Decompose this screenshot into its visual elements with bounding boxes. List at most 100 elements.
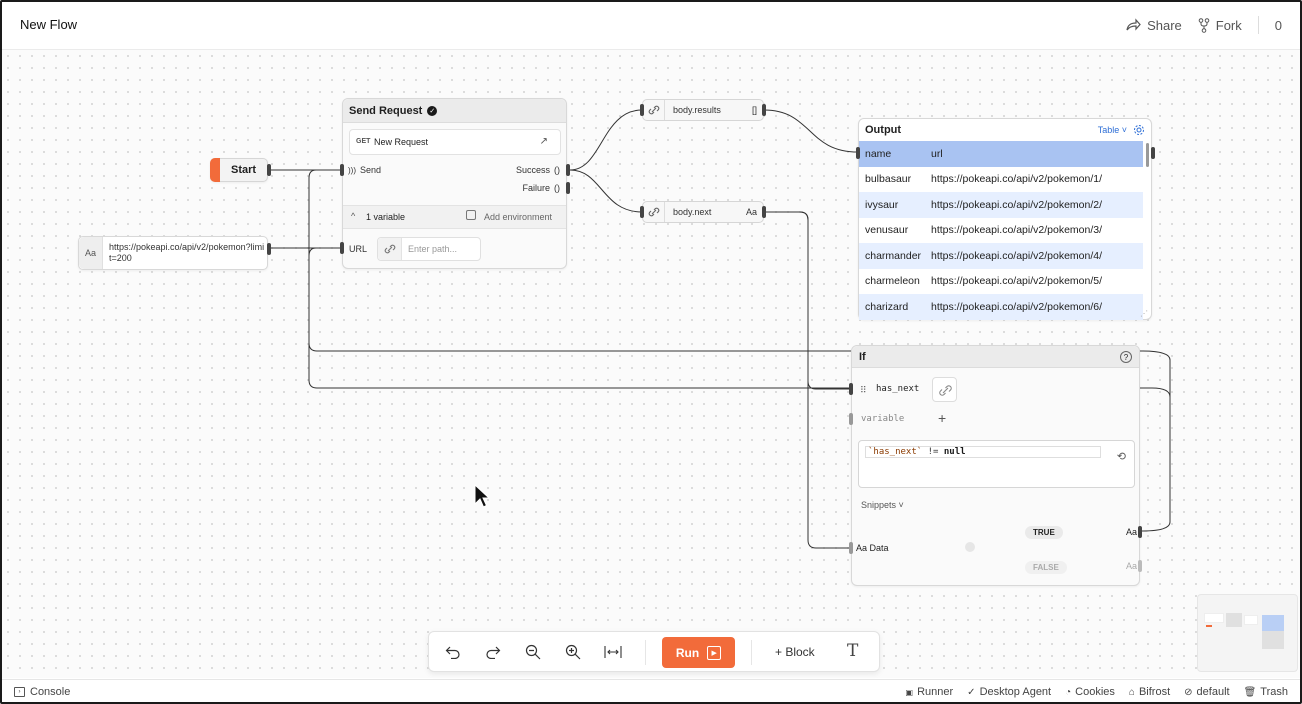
output-output-handle[interactable] — [1151, 147, 1155, 159]
fork-count: 0 — [1274, 17, 1282, 33]
add-block-button[interactable]: + Block — [775, 645, 815, 659]
redo-button[interactable] — [483, 642, 503, 662]
condition-expression[interactable]: `has_next` != null — [865, 446, 1101, 458]
table-row[interactable]: charmeleon https://pokeapi.co/api/v2/poke… — [859, 269, 1143, 295]
mouse-cursor-icon — [474, 484, 490, 508]
success-type: () — [554, 165, 560, 175]
req-divider-2 — [343, 228, 566, 229]
table-scrollbar[interactable] — [1146, 143, 1149, 167]
share-button[interactable]: Share — [1126, 18, 1182, 33]
environment-button[interactable]: ⊘ default — [1184, 686, 1229, 698]
tag-icon: ⊘ — [1184, 686, 1193, 698]
console-button[interactable]: › Console — [14, 686, 70, 698]
cell-name: bulbasaur — [865, 173, 912, 186]
app-window: New Flow Share Fork 0 Start Aa https://p… — [0, 0, 1302, 704]
output-input-handle[interactable] — [856, 147, 860, 159]
output-table[interactable]: name url bulbasaur https://pokeapi.co/api… — [859, 141, 1143, 320]
body-next-node[interactable]: body.next Aa — [640, 201, 766, 223]
resize-handle-icon[interactable]: ⋰ — [1140, 309, 1148, 318]
trash-icon: 🗑 — [1243, 686, 1257, 698]
bifrost-button[interactable]: ⌂ Bifrost — [1129, 686, 1170, 698]
variable-input-handle[interactable] — [849, 413, 853, 425]
undo-button[interactable] — [443, 642, 463, 662]
text-node-value[interactable]: https://pokeapi.co/api/v2/pokemon?limit=… — [109, 242, 265, 264]
url-label: URL — [349, 244, 368, 254]
open-external-icon[interactable]: ↗ — [540, 136, 548, 147]
send-label: Send — [360, 165, 382, 175]
cell-name: venusaur — [865, 224, 909, 237]
body-results-label: body.results — [673, 105, 721, 115]
body-results-input-handle[interactable] — [640, 104, 644, 116]
link-icon[interactable] — [932, 377, 957, 402]
run-button[interactable]: Run ▶ — [662, 637, 735, 668]
column-header-url[interactable]: url — [931, 148, 1143, 160]
terminal-icon: › — [14, 687, 25, 697]
zoom-out-button[interactable] — [523, 642, 543, 662]
body-next-type: Aa — [745, 207, 757, 217]
view-mode-select[interactable]: Table ˅ — [1098, 125, 1127, 135]
runner-button[interactable]: ▣ Runner — [906, 686, 954, 698]
text-type-badge: Aa — [79, 237, 103, 269]
trash-button[interactable]: 🗑 Trash — [1244, 686, 1288, 698]
snippets-dropdown[interactable]: Snippets ˅ — [861, 500, 904, 510]
send-request-header: Send Request ✓ — [343, 99, 566, 123]
body-next-label: body.next — [673, 207, 712, 217]
fork-button[interactable]: Fork — [1198, 18, 1242, 33]
body-next-input-handle[interactable] — [640, 206, 644, 218]
cookies-button[interactable]: ◔ Cookies — [1065, 686, 1115, 698]
chevron-up-icon[interactable]: ^ — [351, 211, 355, 221]
text-input-node[interactable]: Aa https://pokeapi.co/api/v2/pokemon?lim… — [78, 236, 271, 270]
request-selector[interactable]: GET New Request ↗ — [349, 129, 561, 155]
table-row[interactable]: ivysaur https://pokeapi.co/api/v2/pokemon… — [859, 192, 1143, 218]
url-port: URL — [349, 244, 367, 254]
success-output-handle[interactable] — [566, 164, 570, 176]
if-node[interactable]: If ? ⠿ has_next variable + `has_next` !=… — [849, 345, 1142, 586]
variable-input[interactable]: variable — [861, 414, 904, 424]
gear-icon[interactable] — [1133, 124, 1145, 136]
body-results-output-handle[interactable] — [762, 104, 766, 116]
zoom-out-icon — [525, 644, 541, 660]
output-node[interactable]: Output Table ˅ name url bulbasaur https:/… — [856, 118, 1155, 320]
send-input-handle[interactable] — [340, 164, 344, 176]
table-row[interactable]: charmander https://pokeapi.co/api/v2/poke… — [859, 243, 1143, 269]
table-row[interactable]: venusaur https://pokeapi.co/api/v2/pokemo… — [859, 218, 1143, 244]
fit-view-button[interactable] — [603, 642, 623, 662]
data-input-handle[interactable] — [849, 542, 853, 554]
output-title: Output — [865, 124, 902, 136]
start-output-handle[interactable] — [267, 164, 271, 176]
help-icon[interactable]: ? — [1120, 351, 1132, 363]
table-row[interactable]: charizard https://pokeapi.co/api/v2/pokem… — [859, 294, 1143, 320]
false-output-handle[interactable] — [1138, 560, 1142, 572]
output-header: Output Table ˅ — [859, 119, 1151, 141]
add-environment-button[interactable]: Add environment — [484, 212, 552, 222]
body-next-output-handle[interactable] — [762, 206, 766, 218]
start-node[interactable]: Start — [210, 158, 271, 182]
true-output-handle[interactable] — [1138, 526, 1142, 538]
send-request-title: Send Request — [349, 104, 423, 117]
condition-editor[interactable]: `has_next` != null ⟲ — [858, 440, 1135, 488]
minimap[interactable] — [1197, 594, 1298, 672]
bifrost-icon: ⌂ — [1128, 686, 1135, 698]
request-name: New Request — [374, 137, 429, 147]
url-input-handle[interactable] — [340, 242, 344, 254]
history-icon[interactable]: ⟲ — [1117, 450, 1126, 463]
failure-output-handle[interactable] — [566, 182, 570, 194]
flow-title[interactable]: New Flow — [20, 17, 77, 32]
send-request-node[interactable]: Send Request ✓ GET New Request ↗ ))) Sen… — [340, 98, 570, 269]
zoom-in-button[interactable] — [563, 642, 583, 662]
text-output-handle[interactable] — [267, 243, 271, 255]
variables-bar[interactable]: ^ 1 variable Add environment — [343, 206, 566, 228]
send-port: ))) Send — [348, 165, 381, 175]
table-row[interactable]: bulbasaur https://pokeapi.co/api/v2/pokem… — [859, 167, 1143, 193]
path-input[interactable]: Enter path... — [377, 237, 481, 261]
desktop-agent-button[interactable]: ✓ Desktop Agent — [967, 686, 1051, 698]
add-variable-icon[interactable]: + — [938, 410, 946, 426]
column-header-name[interactable]: name — [859, 148, 931, 160]
has-next-input-handle[interactable] — [849, 383, 853, 395]
text-tool-icon[interactable]: T — [847, 641, 858, 661]
body-results-node[interactable]: body.results [] — [640, 99, 766, 121]
variable-has-next[interactable]: has_next — [876, 384, 919, 394]
fork-label: Fork — [1215, 17, 1242, 33]
drag-handle-icon[interactable]: ⠿ — [860, 385, 867, 396]
fit-width-icon — [604, 646, 622, 658]
